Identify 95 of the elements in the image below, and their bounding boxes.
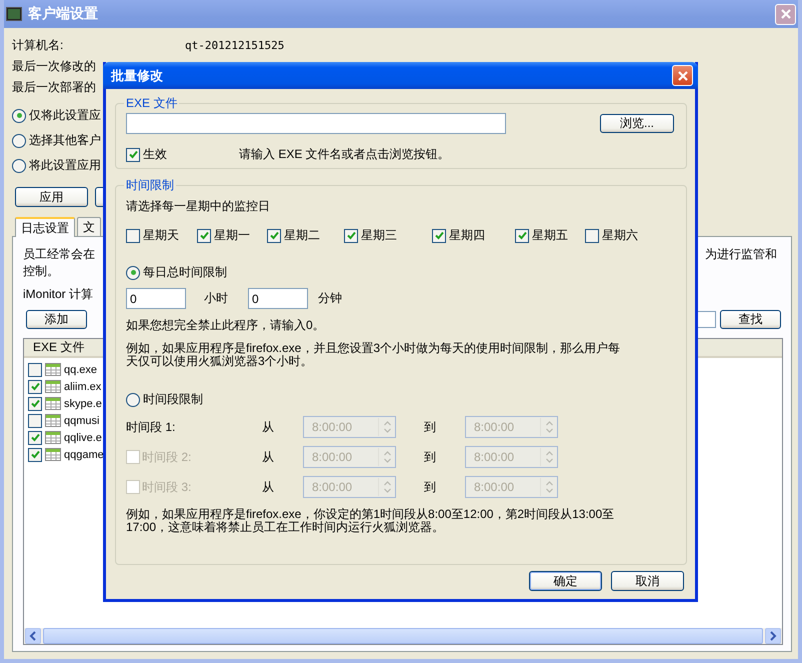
checkbox-label: 生效 (143, 146, 168, 163)
spin-arrows-icon (382, 420, 392, 434)
computer-name: qt-201212151525 (185, 38, 284, 52)
monitor-icon (6, 7, 22, 21)
day-label: 星期二 (284, 227, 320, 244)
day-label: 星期一 (214, 227, 250, 244)
info-label: 最后一次部署的 (12, 78, 97, 96)
from-label: 从 (262, 478, 275, 496)
tab[interactable]: 文 (77, 217, 101, 236)
spin-arrows-icon (544, 480, 554, 494)
scroll-left-icon[interactable] (25, 628, 41, 644)
description-text: 为进行监管和 (705, 246, 777, 263)
group-title: EXE 文件 (125, 95, 178, 112)
table-icon (45, 414, 61, 427)
group-title: 时间限制 (125, 177, 175, 194)
file-name: skype.e (64, 398, 102, 410)
checkbox[interactable] (28, 430, 42, 444)
radio-label: 仅将此设置应 (29, 107, 101, 124)
file-name: qqgame (64, 448, 104, 460)
from-label: 从 (262, 448, 275, 466)
checkbox[interactable] (28, 414, 42, 428)
day-label: 星期三 (361, 227, 397, 244)
day-label: 星期天 (143, 227, 179, 244)
period-label: 时间段 1: (126, 418, 176, 436)
unit-label: 分钟 (317, 290, 342, 307)
period-label: 时间段 3: (142, 478, 192, 496)
radio-button[interactable] (12, 134, 26, 148)
checkbox[interactable] (344, 228, 358, 242)
table-icon (45, 448, 61, 461)
add-button[interactable]: 添加 (26, 310, 87, 328)
find-button[interactable]: 查找 (720, 310, 781, 328)
period-label: 时间段 2: (142, 448, 192, 466)
file-name: qqmusi (64, 414, 100, 426)
file-name: qqlive.e (64, 432, 102, 444)
file-name: aliim.ex (64, 380, 102, 392)
table-icon (45, 380, 61, 393)
minutes-field[interactable]: 0 (248, 288, 308, 309)
radio-label: 将此设置应用 (29, 157, 101, 174)
checkbox[interactable] (267, 228, 281, 242)
description-text: 员工经常会在 (23, 246, 95, 263)
to-label: 到 (423, 478, 437, 496)
close-icon (676, 70, 688, 82)
file-name: qq.exe (64, 364, 98, 376)
radio-label: 时间段限制 (143, 391, 203, 408)
table-icon (45, 431, 61, 444)
browse-button[interactable]: 浏览... (600, 114, 674, 133)
radio-label: 每日总时间限制 (143, 264, 227, 281)
spin-arrows-icon (544, 450, 554, 464)
example-text: 例如，如果应用程序是firefox.exe，你设定的第1时间段从8:00至12:00，第2时间段从13:00至17:00，这意味着将禁止员工在工作时间内运行火狐浏览器。 (126, 508, 616, 534)
checkbox[interactable] (28, 448, 42, 462)
unit-label: 小时 (203, 290, 229, 307)
checkbox[interactable] (28, 380, 42, 394)
checkbox[interactable] (28, 396, 42, 410)
apply-button[interactable]: 应用 (15, 187, 88, 207)
day-label: 星期六 (602, 227, 638, 244)
radio-button[interactable] (12, 108, 26, 122)
to-label: 到 (423, 448, 437, 466)
table-icon (45, 363, 61, 376)
to-label: 到 (423, 418, 437, 436)
checkbox[interactable] (126, 148, 140, 162)
radio-label: 选择其他客户 (29, 132, 101, 149)
example-text: 例如，如果应用程序是firefox.exe，并且您设置3个小时做为每天的使用时间限制，那么用户每天仅可以使用火狐浏览器3个小时。 (126, 342, 622, 368)
checkbox[interactable] (432, 228, 446, 242)
checkbox[interactable] (197, 228, 211, 242)
spin-arrows-icon (382, 480, 392, 494)
info-label: 计算机名: (12, 36, 64, 54)
description-text: 控制。 (23, 263, 59, 280)
radio-button[interactable] (126, 266, 140, 280)
close-icon (780, 8, 792, 20)
file-field[interactable] (126, 113, 506, 134)
spin-arrows-icon (382, 450, 392, 464)
hint-text: 请输入 EXE 文件名或者点击浏览按钮。 (239, 146, 450, 163)
close-button[interactable] (672, 65, 693, 86)
prompt-text: 请选择每一星期中的监控日 (126, 198, 271, 215)
table-icon (45, 397, 61, 410)
day-label: 星期五 (532, 227, 568, 244)
scroll-right-icon[interactable] (765, 628, 781, 644)
hours-field[interactable]: 0 (126, 288, 186, 309)
dialog-button[interactable]: 确定 (529, 571, 602, 591)
info-label: 最后一次修改的 (12, 58, 97, 74)
checkbox[interactable] (126, 228, 140, 242)
window-title: 客户端设置 (28, 5, 99, 23)
checkbox[interactable] (515, 228, 529, 242)
description-text: iMonitor 计算 (23, 286, 94, 303)
radio-button[interactable] (126, 392, 140, 406)
spin-arrows-icon (544, 420, 554, 434)
checkbox[interactable] (28, 362, 42, 376)
radio-button[interactable] (12, 158, 26, 172)
checkbox[interactable] (585, 228, 599, 242)
from-label: 从 (262, 418, 275, 436)
day-label: 星期四 (449, 227, 485, 244)
note-text: 如果您想完全禁止此程序，请输入0。 (126, 317, 326, 334)
dialog-title: 批量修改 (111, 66, 164, 84)
dialog-button[interactable]: 取消 (611, 571, 684, 591)
tab[interactable]: 日志设置 (15, 217, 75, 237)
